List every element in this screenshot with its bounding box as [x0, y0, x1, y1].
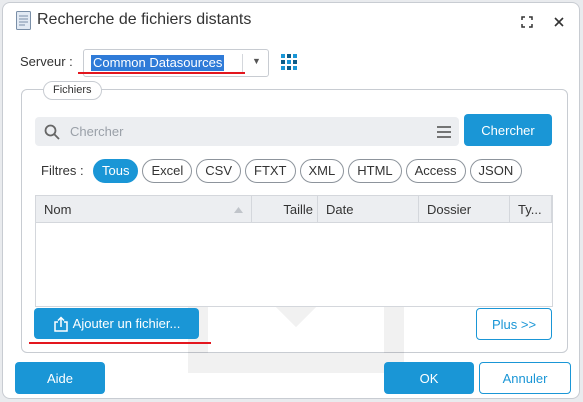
search-box	[35, 117, 459, 146]
window-title: Recherche de fichiers distants	[37, 11, 252, 28]
filter-chip-xml[interactable]: XML	[299, 159, 345, 183]
annotation-underline-add-file	[29, 342, 211, 344]
maximize-icon[interactable]	[517, 12, 537, 32]
add-file-button[interactable]: Ajouter un fichier...	[34, 308, 199, 339]
annotation-underline-server	[78, 72, 245, 74]
filter-chips: Tous Excel CSV FTXT XML HTML Access JSON	[93, 159, 523, 183]
menu-icon[interactable]	[436, 125, 452, 139]
filter-chip-ftxt[interactable]: FTXT	[245, 159, 296, 183]
files-table[interactable]: Nom Taille Date Dossier Ty...	[35, 195, 553, 307]
dialog-window: Recherche de fichiers distants Serveur :…	[2, 2, 580, 399]
cancel-button[interactable]: Annuler	[479, 362, 571, 394]
filter-chip-access[interactable]: Access	[405, 159, 466, 183]
ok-button[interactable]: OK	[384, 362, 474, 394]
filter-chip-csv[interactable]: CSV	[196, 159, 241, 183]
filter-chip-html[interactable]: HTML	[348, 159, 402, 183]
files-group-legend: Fichiers	[43, 81, 102, 100]
table-header: Nom Taille Date Dossier Ty...	[36, 196, 552, 223]
file-icon	[16, 11, 31, 30]
column-header-nom-label: Nom	[44, 202, 72, 217]
filter-chip-excel[interactable]: Excel	[142, 159, 193, 183]
column-header-dossier[interactable]: Dossier	[419, 196, 510, 223]
grid-icon[interactable]	[281, 54, 297, 70]
more-button[interactable]: Plus >>	[476, 308, 552, 340]
search-button[interactable]: Chercher	[464, 114, 552, 146]
close-icon[interactable]	[549, 12, 569, 32]
chevron-down-icon[interactable]: ▼	[252, 56, 261, 66]
sort-up-icon	[234, 207, 243, 213]
title-bar: Recherche de fichiers distants	[3, 3, 579, 39]
select-divider	[242, 54, 243, 72]
add-file-button-label: Ajouter un fichier...	[72, 316, 181, 331]
column-header-taille[interactable]: Taille	[252, 196, 318, 223]
filters-label: Filtres :	[41, 163, 84, 178]
column-header-type[interactable]: Ty...	[510, 196, 552, 223]
column-header-date[interactable]: Date	[318, 196, 419, 223]
search-icon	[44, 124, 60, 140]
server-selected-value: Common Datasources	[91, 55, 225, 71]
help-button[interactable]: Aide	[15, 362, 105, 394]
filter-chip-json[interactable]: JSON	[469, 159, 523, 183]
upload-icon	[53, 315, 68, 332]
server-label: Serveur :	[20, 54, 73, 69]
search-input[interactable]	[70, 117, 420, 146]
column-header-nom[interactable]: Nom	[36, 196, 252, 223]
filter-chip-tous[interactable]: Tous	[93, 159, 139, 183]
